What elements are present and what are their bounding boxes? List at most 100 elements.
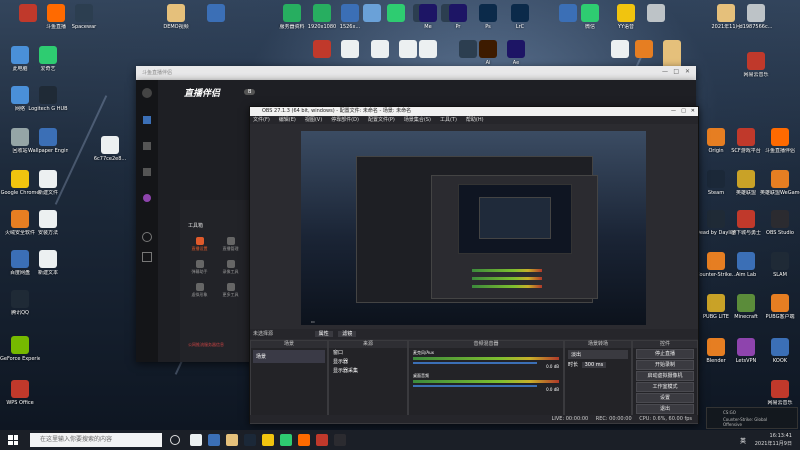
minimize-icon[interactable]: —	[671, 107, 676, 116]
menu-item[interactable]: 停靠部件(D)	[331, 117, 359, 123]
app-icon	[707, 338, 725, 356]
control-button[interactable]: 启动虚拟摄像机	[636, 371, 694, 381]
desktop-icon-right[interactable]: 斗鱼直播伴侣	[760, 128, 800, 154]
taskbar-app-icon[interactable]	[280, 434, 292, 446]
desktop-icon-right[interactable]: KOOK	[760, 338, 800, 364]
transition-select[interactable]: 淡出	[568, 350, 628, 359]
maximize-icon[interactable]: □	[681, 107, 686, 116]
control-button[interactable]: 退出	[636, 404, 694, 414]
windows-start-icon[interactable]	[8, 435, 18, 445]
avatar[interactable]	[142, 88, 152, 98]
wifi-icon[interactable]	[143, 168, 151, 176]
desktop-icon-second[interactable]: Ae	[496, 40, 536, 66]
menu-item[interactable]: 帮助(H)	[466, 117, 484, 123]
menu-item[interactable]: 场景集合(S)	[404, 117, 431, 123]
scene-item[interactable]: 场景	[253, 350, 325, 363]
desktop-icon-top[interactable]	[636, 4, 676, 24]
home-icon[interactable]	[143, 116, 151, 124]
menu-item[interactable]: 文件(F)	[253, 117, 270, 123]
desktop-icon-top[interactable]	[196, 4, 236, 24]
desktop-icon-top[interactable]: LrC	[500, 4, 540, 30]
obs-titlebar[interactable]: OBS 27.1.3 (64 bit, windows) - 配置文件: 未命名…	[250, 107, 698, 116]
toolbox-item[interactable]: 弹幕助手	[184, 260, 215, 275]
desktop-icon-top[interactable]: Spacewar	[64, 4, 104, 30]
settings-icon[interactable]	[142, 252, 152, 262]
desktop-icon-label: 腾讯QQ	[11, 310, 29, 316]
desktop-icon-left[interactable]: 腾讯QQ	[0, 290, 40, 316]
desktop-icon-left[interactable]: 新建文本	[28, 250, 68, 276]
filters-button[interactable]: 滤镜	[338, 331, 357, 337]
menu-item[interactable]: 编辑(E)	[279, 117, 296, 123]
search-icon[interactable]	[142, 232, 152, 242]
toolbox-item[interactable]: 直播设置	[184, 237, 215, 252]
desktop-icon-right[interactable]: PUBG客户端	[760, 294, 800, 320]
taskbar-search-input[interactable]: 在这里输入你要搜索的内容	[30, 433, 162, 447]
desktop-icon-left[interactable]: WPS Office	[0, 380, 40, 406]
desktop-icon-second[interactable]	[408, 40, 448, 60]
app-icon	[39, 210, 57, 228]
close-icon[interactable]: ✕	[685, 68, 690, 75]
close-icon[interactable]: ✕	[691, 107, 695, 116]
desktop-icon-top[interactable]: DEMO视频	[156, 4, 196, 30]
desktop-icon-left[interactable]: 安装方法	[28, 210, 68, 236]
game-notification-toast[interactable]: CS:GO Counter-Strike: Global Offensive	[706, 407, 798, 429]
taskbar-app-icon[interactable]	[190, 434, 202, 446]
taskbar-app-icon[interactable]	[244, 434, 256, 446]
live-status: LIVE: 00:00:00	[551, 416, 589, 422]
desktop-icon-left[interactable]: Wallpaper Engine	[28, 128, 68, 154]
desktop-icon-second[interactable]: 网易云音乐	[736, 52, 776, 78]
menu-item[interactable]: 配置文件(P)	[368, 117, 395, 123]
live-icon[interactable]	[143, 194, 151, 202]
system-tray[interactable]: 16:13:41 2021年11月9日	[755, 432, 792, 448]
desktop-icon-left[interactable]: 爱奇艺	[28, 46, 68, 72]
obs-preview-canvas[interactable]: ▭	[301, 131, 646, 325]
desktop-icon-left[interactable]: 6c77ce2e8...	[90, 136, 130, 162]
desktop-icon-top[interactable]: 微信	[570, 4, 610, 30]
app-icon	[707, 170, 725, 188]
duration-input[interactable]: 300 ms	[581, 362, 607, 368]
taskbar-app-icon[interactable]	[316, 434, 328, 446]
menu-item[interactable]: 视图(V)	[305, 117, 322, 123]
menu-item[interactable]: 工具(T)	[440, 117, 457, 123]
nested-obs-preview	[458, 184, 572, 254]
input-language[interactable]: 英	[740, 436, 746, 445]
control-button[interactable]: 停止直播	[636, 349, 694, 359]
taskbar-app-icon[interactable]	[334, 434, 346, 446]
cortana-icon[interactable]	[170, 435, 180, 445]
control-button[interactable]: 开始录制	[636, 360, 694, 370]
source-item[interactable]: 窗口	[329, 348, 407, 357]
desktop-icon-right[interactable]: SLAM	[760, 252, 800, 278]
app-icon	[707, 252, 725, 270]
desktop-icon-label: 英雄联盟WeGame	[760, 190, 800, 196]
desktop-icon-right[interactable]: 英雄联盟WeGame	[760, 170, 800, 196]
control-button[interactable]: 设置	[636, 393, 694, 403]
toolbox-item[interactable]: 虚拟形象	[184, 283, 215, 298]
toolbox-item[interactable]: 直播管理	[215, 237, 246, 252]
minimize-icon[interactable]: —	[662, 68, 668, 75]
desktop-icon-right[interactable]: 网易云音乐	[760, 380, 800, 406]
douyu-titlebar[interactable]: 斗鱼直播伴侣 — □ ✕	[136, 66, 696, 80]
source-item[interactable]: 显示器	[329, 357, 407, 366]
chart-icon[interactable]	[143, 142, 151, 150]
toolbox-item[interactable]: 更多工具	[215, 283, 246, 298]
taskbar-app-icon[interactable]	[208, 434, 220, 446]
desktop-icon-top[interactable]: d1987566c...	[736, 4, 776, 30]
app-icon	[771, 252, 789, 270]
toolbox-item[interactable]: 录像工具	[215, 260, 246, 275]
properties-button[interactable]: 属性	[314, 331, 333, 337]
desktop-icon-left[interactable]: 新建文件	[28, 170, 68, 196]
desktop-icon-left[interactable]: Logitech G HUB	[28, 86, 68, 112]
taskbar-app-icon[interactable]	[262, 434, 274, 446]
clock-date: 2021年11月9日	[754, 441, 792, 447]
maximize-icon[interactable]: □	[673, 68, 679, 75]
control-button[interactable]: 工作室模式	[636, 382, 694, 392]
taskbar-app-icon[interactable]	[298, 434, 310, 446]
app-icon	[707, 128, 725, 146]
source-toolbar: 未选择源 属性 滤镜	[250, 329, 698, 339]
app-icon	[507, 40, 525, 58]
desktop-icon-right[interactable]: OBS Studio	[760, 210, 800, 236]
app-icon	[11, 210, 29, 228]
source-item[interactable]: 显示器采集	[329, 366, 407, 375]
taskbar-app-icon[interactable]	[226, 434, 238, 446]
desktop-icon-left[interactable]: GeForce Experience	[0, 336, 40, 362]
